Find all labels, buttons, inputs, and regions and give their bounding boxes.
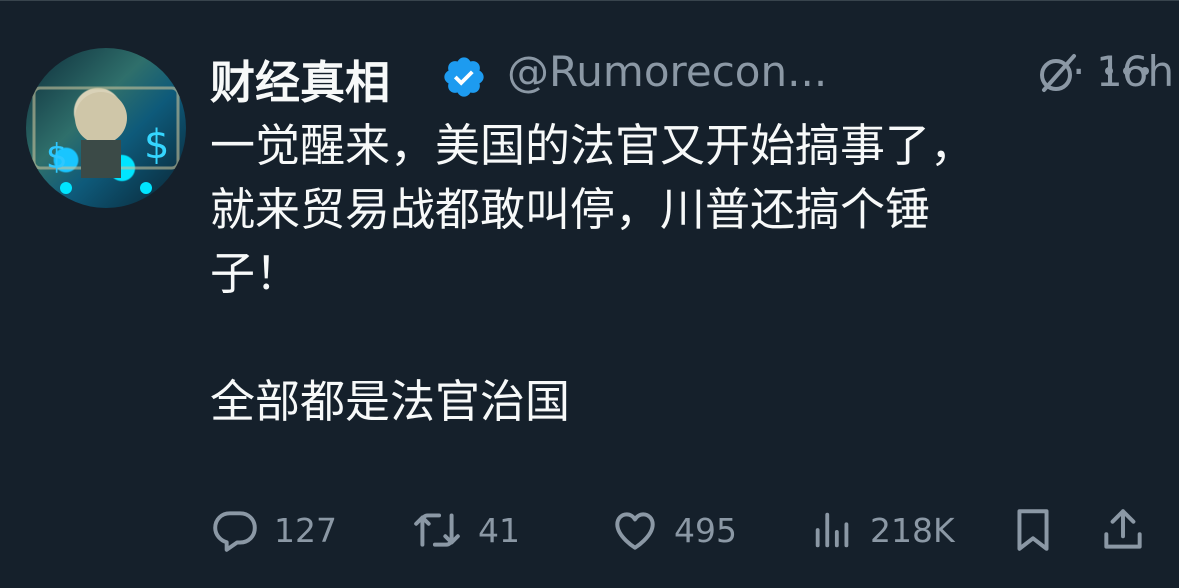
author-handle[interactable]: @Rumorecon... — [507, 47, 827, 96]
tweet-paragraph: 全部都是法官治国 — [210, 375, 571, 428]
reply-icon — [213, 511, 257, 552]
bookmark-icon — [1017, 509, 1049, 551]
bookmark-button[interactable] — [1008, 500, 1058, 560]
retweet-icon — [414, 513, 460, 547]
top-divider — [0, 0, 1179, 1]
share-button[interactable] — [1098, 500, 1148, 560]
avatar[interactable]: $ $ — [26, 48, 186, 208]
more-icon[interactable] — [1100, 56, 1154, 86]
author-name[interactable]: 财经真相 — [210, 46, 390, 111]
svg-text:$: $ — [46, 137, 68, 177]
like-count: 495 — [674, 510, 737, 550]
retweet-button[interactable]: 41 — [410, 500, 520, 560]
svg-text:$: $ — [144, 122, 169, 168]
views-count: 218K — [870, 510, 955, 550]
like-icon — [615, 512, 655, 550]
verified-badge-icon — [444, 57, 484, 97]
action-bar: 127 41 495 218K — [210, 500, 1170, 560]
views-icon — [815, 512, 849, 548]
reply-button[interactable]: 127 — [210, 500, 337, 560]
tweet-header: 财经真相 @Rumorecon... · 16h — [210, 42, 1174, 109]
views-button[interactable]: 218K — [810, 500, 955, 560]
tweet-paragraph: 一觉醒来，美国的法官又开始搞事了， 就来贸易战都敢叫停，川普还搞个锤 子！ — [210, 119, 976, 300]
grok-icon[interactable] — [1034, 50, 1080, 96]
retweet-count: 41 — [478, 510, 520, 550]
like-button[interactable]: 495 — [610, 500, 737, 560]
share-icon — [1104, 509, 1142, 549]
tweet-text: 一觉醒来，美国的法官又开始搞事了， 就来贸易战都敢叫停，川普还搞个锤 子！ 全部… — [210, 114, 1150, 434]
reply-count: 127 — [274, 510, 337, 550]
